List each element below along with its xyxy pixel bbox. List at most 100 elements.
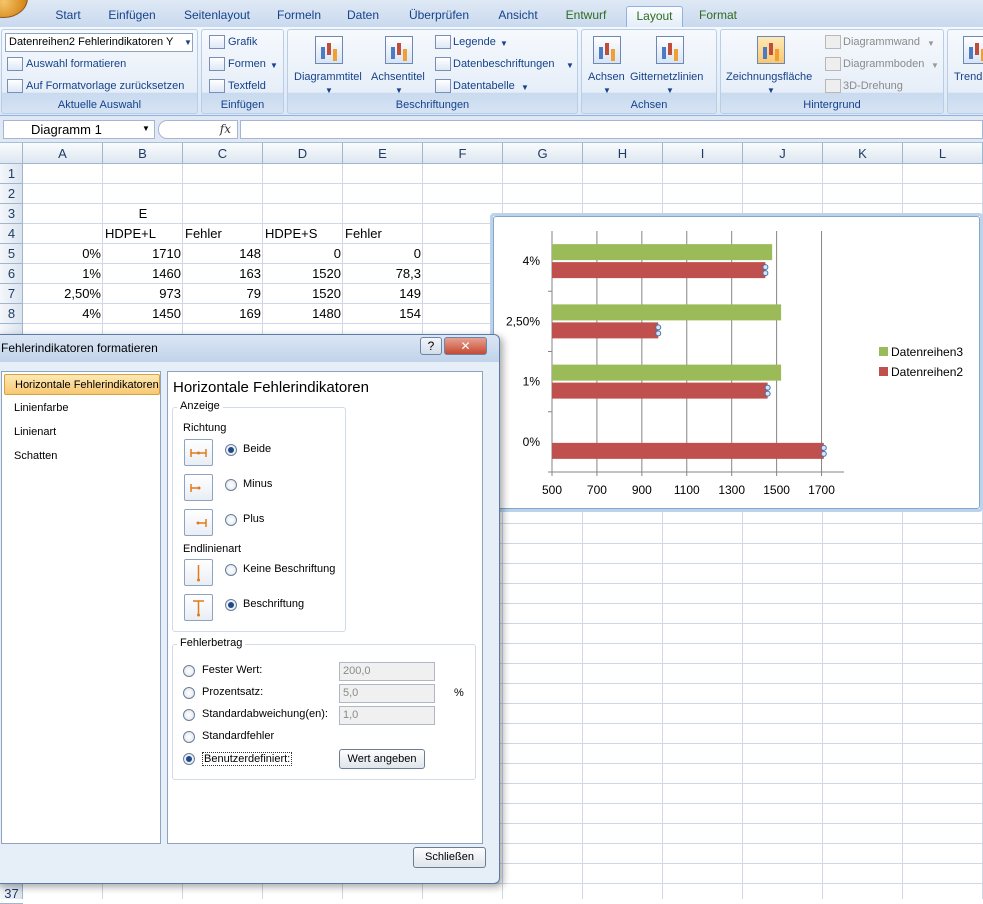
nav-item-linienart[interactable]: Linienart (4, 422, 160, 443)
cell-e4[interactable]: Fehler (343, 224, 423, 244)
column-header[interactable]: G (503, 143, 583, 164)
standardabweichung-label[interactable]: Standardabweichung(en): (202, 708, 328, 720)
column-header[interactable]: D (263, 143, 343, 164)
fester-wert-label[interactable]: Fester Wert: (202, 664, 262, 676)
chart-element-dropdown[interactable]: Datenreihen2 Fehlerindikatoren Y (5, 33, 193, 52)
prozentsatz-input[interactable]: 5,0 (339, 684, 435, 703)
cell-a7[interactable]: 2,50% (23, 284, 103, 304)
cell-d7[interactable]: 1520 (263, 284, 343, 304)
chevron-down-icon[interactable]: ▼ (142, 124, 150, 133)
cell-c5[interactable]: 148 (183, 244, 263, 264)
datenbeschriftungen-button[interactable]: Datenbeschriftungen (453, 58, 555, 70)
standardabweichung-radio[interactable] (183, 709, 195, 721)
tab-entwurf[interactable]: Entwurf (557, 6, 615, 27)
legende-button[interactable]: Legende (453, 36, 496, 48)
achsen-button[interactable]: Achsen (588, 71, 625, 83)
benutzerdefiniert-radio[interactable] (183, 753, 195, 765)
select-all-corner[interactable] (0, 143, 23, 164)
schliessen-button[interactable]: Schließen (413, 847, 486, 868)
column-header[interactable]: J (743, 143, 823, 164)
row-header[interactable]: 6 (0, 264, 23, 284)
cell-e8[interactable]: 154 (343, 304, 423, 324)
plus-radio[interactable] (225, 514, 237, 526)
nav-item-schatten[interactable]: Schatten (4, 446, 160, 467)
column-header[interactable]: H (583, 143, 663, 164)
standardabweichung-input[interactable]: 1,0 (339, 706, 435, 725)
plus-label[interactable]: Plus (243, 513, 264, 525)
row-header[interactable]: 7 (0, 284, 23, 304)
tab-formeln[interactable]: Formeln (268, 6, 330, 27)
3d-drehung-button[interactable]: 3D-Drehung (843, 80, 903, 92)
column-header[interactable]: B (103, 143, 183, 164)
gitternetzlinien-button[interactable]: Gitternetzlinien (630, 71, 703, 83)
row-header[interactable]: 8 (0, 304, 23, 324)
row-header[interactable]: 3 (0, 204, 23, 224)
row-header[interactable]: 5 (0, 244, 23, 264)
achsentitel-button[interactable]: Achsentitel (371, 71, 425, 83)
cell-b6[interactable]: 1460 (103, 264, 183, 284)
column-header[interactable]: F (423, 143, 503, 164)
cell-b4[interactable]: HDPE+L (103, 224, 183, 244)
name-box[interactable]: Diagramm 1 (3, 120, 155, 139)
column-header[interactable]: A (23, 143, 103, 164)
row-header[interactable]: 1 (0, 164, 23, 184)
trendlinie-button[interactable]: Trend (954, 71, 982, 83)
cell-c8[interactable]: 169 (183, 304, 263, 324)
column-header[interactable]: K (823, 143, 903, 164)
benutzerdefiniert-label[interactable]: Benutzerdefiniert: (202, 752, 293, 766)
nav-item-horizontale-fehlerindikatoren[interactable]: Horizontale Fehlerindikatoren (4, 374, 160, 395)
tab-format[interactable]: Format (690, 6, 746, 27)
row-header[interactable]: 2 (0, 184, 23, 204)
cell-a5[interactable]: 0% (23, 244, 103, 264)
column-header[interactable]: L (903, 143, 983, 164)
standardfehler-label[interactable]: Standardfehler (202, 730, 274, 742)
keine-beschriftung-label[interactable]: Keine Beschriftung (243, 563, 335, 575)
column-header[interactable]: C (183, 143, 263, 164)
datentabelle-button[interactable]: Datentabelle (453, 80, 515, 92)
diagrammtitel-button[interactable]: Diagrammtitel (294, 71, 362, 83)
cell-c6[interactable]: 163 (183, 264, 263, 284)
minus-label[interactable]: Minus (243, 478, 272, 490)
cell-d5[interactable]: 0 (263, 244, 343, 264)
fester-wert-radio[interactable] (183, 665, 195, 677)
wert-angeben-button[interactable]: Wert angeben (339, 749, 425, 769)
formula-input[interactable] (240, 120, 983, 139)
tab-layout[interactable]: Layout (626, 6, 683, 27)
chart[interactable]: 500 700 900 1100 1300 1500 1700 0% 1% 2,50% 4% Date… (493, 216, 980, 509)
standardfehler-radio[interactable] (183, 731, 195, 743)
cell-d4[interactable]: HDPE+S (263, 224, 343, 244)
cell-e6[interactable]: 78,3 (343, 264, 423, 284)
minus-radio[interactable] (225, 479, 237, 491)
tab-einfuegen[interactable]: Einfügen (100, 6, 164, 27)
cell-b8[interactable]: 1450 (103, 304, 183, 324)
cell-e5[interactable]: 0 (343, 244, 423, 264)
grafik-button[interactable]: Grafik (228, 36, 257, 48)
row-header[interactable]: 37 (0, 884, 23, 904)
bar-chart-svg[interactable]: 500 700 900 1100 1300 1500 1700 0% 1% 2,50% 4% Date… (494, 217, 981, 510)
tab-start[interactable]: Start (47, 6, 89, 27)
close-dialog-button[interactable]: ✕ (444, 337, 487, 355)
prozentsatz-label[interactable]: Prozentsatz: (202, 686, 263, 698)
tab-ueberpruefen[interactable]: Überprüfen (397, 6, 481, 27)
fx-button[interactable]: fx (158, 120, 238, 139)
tab-ansicht[interactable]: Ansicht (488, 6, 548, 27)
cell-d6[interactable]: 1520 (263, 264, 343, 284)
row-header[interactable]: 4 (0, 224, 23, 244)
diagrammwand-button[interactable]: Diagrammwand (843, 36, 920, 48)
fester-wert-input[interactable]: 200,0 (339, 662, 435, 681)
column-header[interactable]: I (663, 143, 743, 164)
beide-radio[interactable] (225, 444, 237, 456)
nav-item-linienfarbe[interactable]: Linienfarbe (4, 398, 160, 419)
keine-beschriftung-radio[interactable] (225, 564, 237, 576)
zeichnungsflaeche-button[interactable]: Zeichnungsfläche (726, 71, 812, 83)
cell-b3[interactable]: E (103, 204, 183, 224)
beschriftung-label[interactable]: Beschriftung (243, 598, 304, 610)
tab-seitenlayout[interactable]: Seitenlayout (175, 6, 259, 27)
help-button[interactable]: ? (420, 337, 442, 355)
textfeld-button[interactable]: Textfeld (228, 80, 266, 92)
format-selection-button[interactable]: Auswahl formatieren (26, 58, 126, 70)
cell-a8[interactable]: 4% (23, 304, 103, 324)
column-header[interactable]: E (343, 143, 423, 164)
beide-label[interactable]: Beide (243, 443, 271, 455)
formen-button[interactable]: Formen (228, 58, 266, 70)
